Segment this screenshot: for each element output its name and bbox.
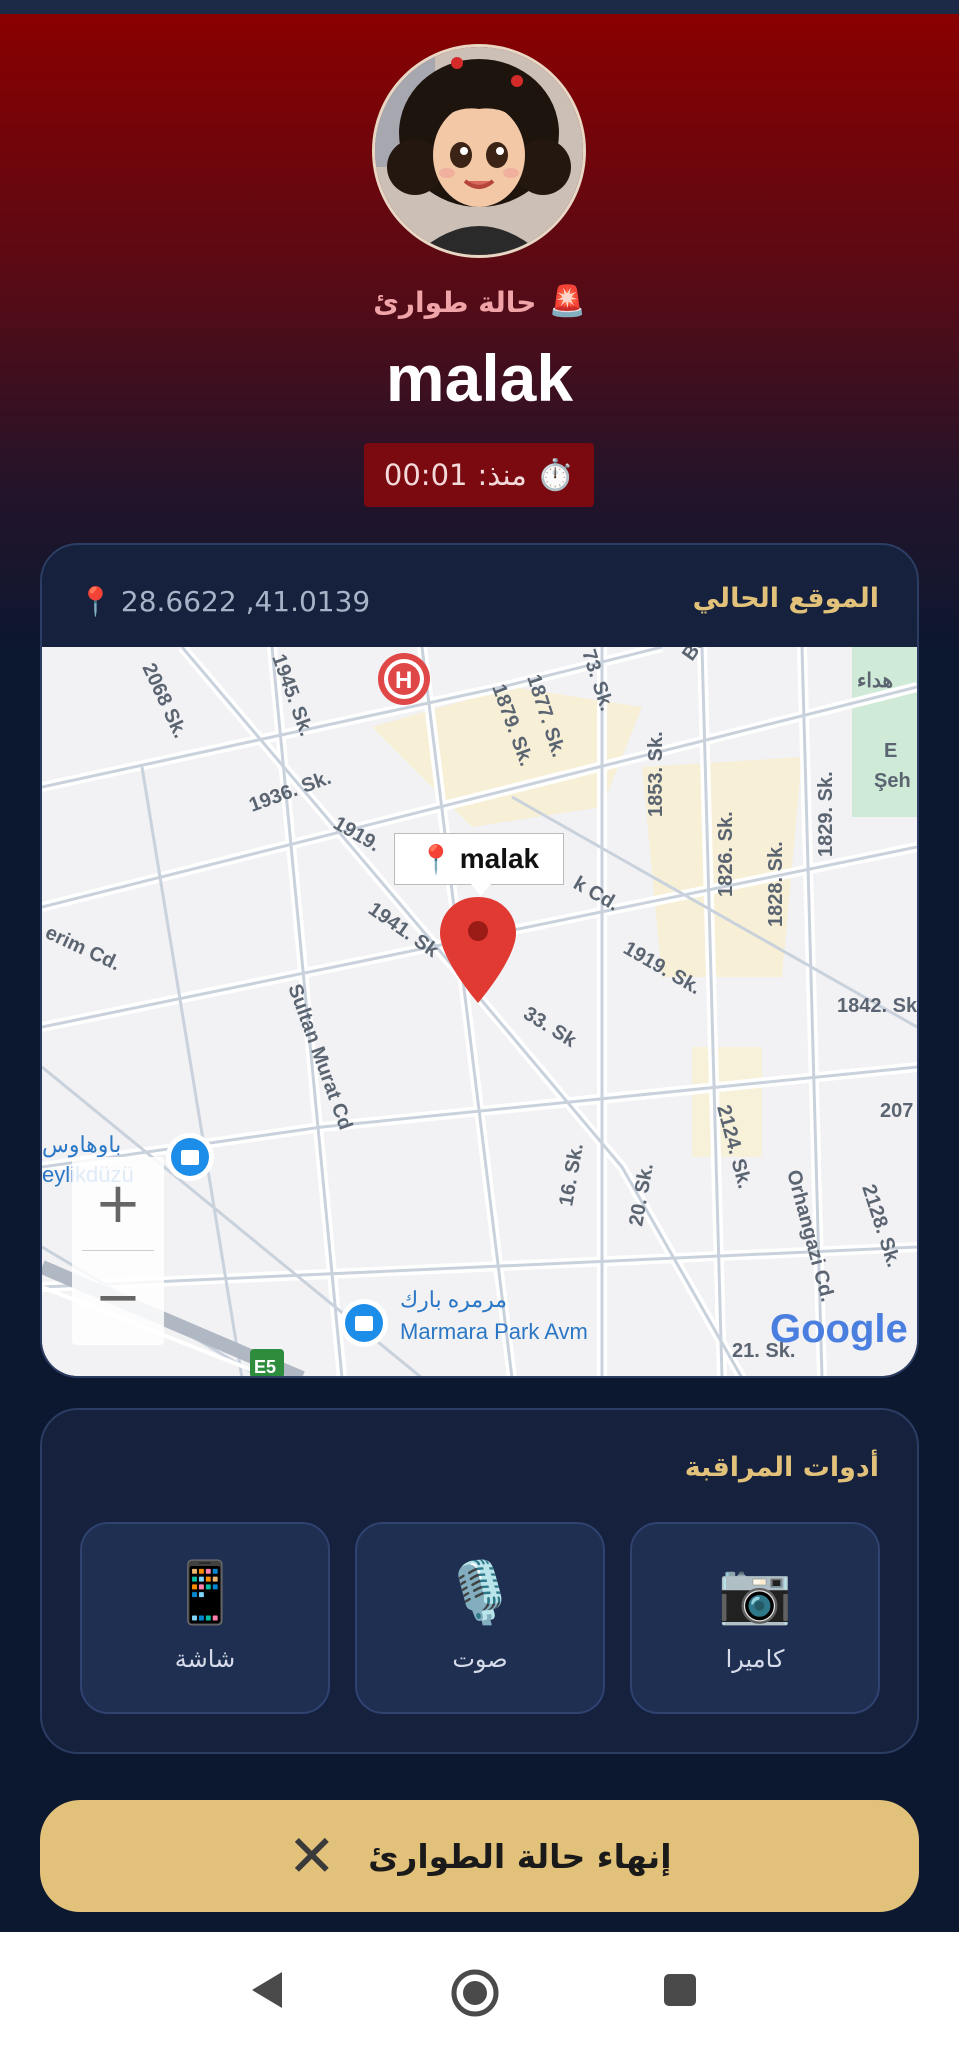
map-label: باوهاوس [42, 1132, 121, 1158]
coordinates-value: 28.6622 ,41.0139 [120, 585, 371, 618]
svg-text:H: H [395, 667, 412, 694]
close-icon: ✕ [287, 1822, 337, 1890]
highway-shield: E5 [250, 1349, 284, 1377]
timer-label: منذ: [477, 458, 527, 492]
shopping-marker[interactable] [166, 1133, 214, 1181]
elapsed-timer: ⏱️ منذ: 00:01 [364, 443, 594, 507]
map-label: 1842. Sk. [837, 995, 917, 1017]
marker-name-tooltip: 📍 malak [394, 833, 564, 896]
google-wordmark: Google [770, 1307, 908, 1351]
map-label: هداء [857, 670, 893, 692]
hospital-marker[interactable]: H [378, 653, 430, 705]
pin-icon: 📍 [78, 585, 113, 618]
map-view[interactable]: 2068 Sk. 1945. Sk. 1879. Sk. 1877. Sk. 7… [42, 647, 917, 1377]
highway-shield-label: E5 [254, 1357, 276, 1377]
end-emergency-label: إنهاء حالة الطوارئ [368, 1836, 672, 1876]
microphone-icon: 🎙️ [442, 1558, 518, 1628]
map-label: 1826. Sk. [715, 811, 737, 897]
zoom-in-button[interactable]: + [72, 1157, 164, 1250]
recents-icon[interactable] [662, 1972, 698, 2008]
screen-tool-button[interactable]: 📱 شاشة [80, 1522, 330, 1714]
map-label: 1853. Sk. [645, 731, 667, 817]
map-label: 1829. Sk. [815, 771, 837, 857]
end-emergency-button[interactable]: إنهاء حالة الطوارئ ✕ [40, 1800, 919, 1912]
tool-label: كاميرا [725, 1645, 785, 1673]
current-location-card: الموقع الحالي 📍 28.6622 ,41.0139 2068 Sk… [40, 543, 919, 1378]
location-title: الموقع الحالي [692, 583, 879, 614]
camera-icon: 📷 [717, 1558, 793, 1628]
timer-value: 00:01 [383, 458, 468, 492]
marker-name: malak [459, 843, 540, 874]
google-logo: Google [770, 1307, 908, 1352]
map-label: مرمره بارك [400, 1287, 507, 1313]
tool-label: شاشة [174, 1645, 236, 1673]
emergency-status: 🚨 حالة طوارئ [0, 280, 959, 324]
user-name: malak [385, 341, 574, 415]
map-label: Şeh [874, 770, 911, 792]
stopwatch-icon: ⏱️ [536, 457, 575, 493]
back-icon[interactable] [246, 1968, 290, 2012]
map-label: E [884, 740, 897, 762]
map-label: 1828. Sk. [765, 841, 787, 927]
zoom-controls: + − [72, 1157, 164, 1345]
pin-icon: 📍 [418, 843, 454, 875]
status-bar [0, 0, 959, 14]
coordinates: 📍 28.6622 ,41.0139 [78, 585, 370, 618]
emergency-label: حالة طوارئ [373, 285, 537, 319]
system-navigation-bar [0, 1932, 959, 2048]
tool-label: صوت [452, 1645, 508, 1673]
audio-tool-button[interactable]: 🎙️ صوت [355, 1522, 605, 1714]
home-icon[interactable] [450, 1968, 500, 2018]
map-label: 207 [880, 1100, 913, 1122]
phone-icon: 📱 [167, 1558, 243, 1628]
siren-icon: 🚨 [548, 284, 586, 319]
map-tiles: 2068 Sk. 1945. Sk. 1879. Sk. 1877. Sk. 7… [42, 647, 917, 1377]
monitoring-tools-card: أدوات المراقبة 📷 كاميرا 🎙️ صوت 📱 شاشة [40, 1408, 919, 1754]
zoom-out-button[interactable]: − [72, 1251, 164, 1344]
shopping-marker[interactable] [340, 1299, 388, 1347]
map-label: Marmara Park Avm [400, 1319, 588, 1344]
tools-title: أدوات المراقبة [684, 1452, 879, 1483]
avatar [372, 44, 586, 258]
camera-tool-button[interactable]: 📷 كاميرا [630, 1522, 880, 1714]
